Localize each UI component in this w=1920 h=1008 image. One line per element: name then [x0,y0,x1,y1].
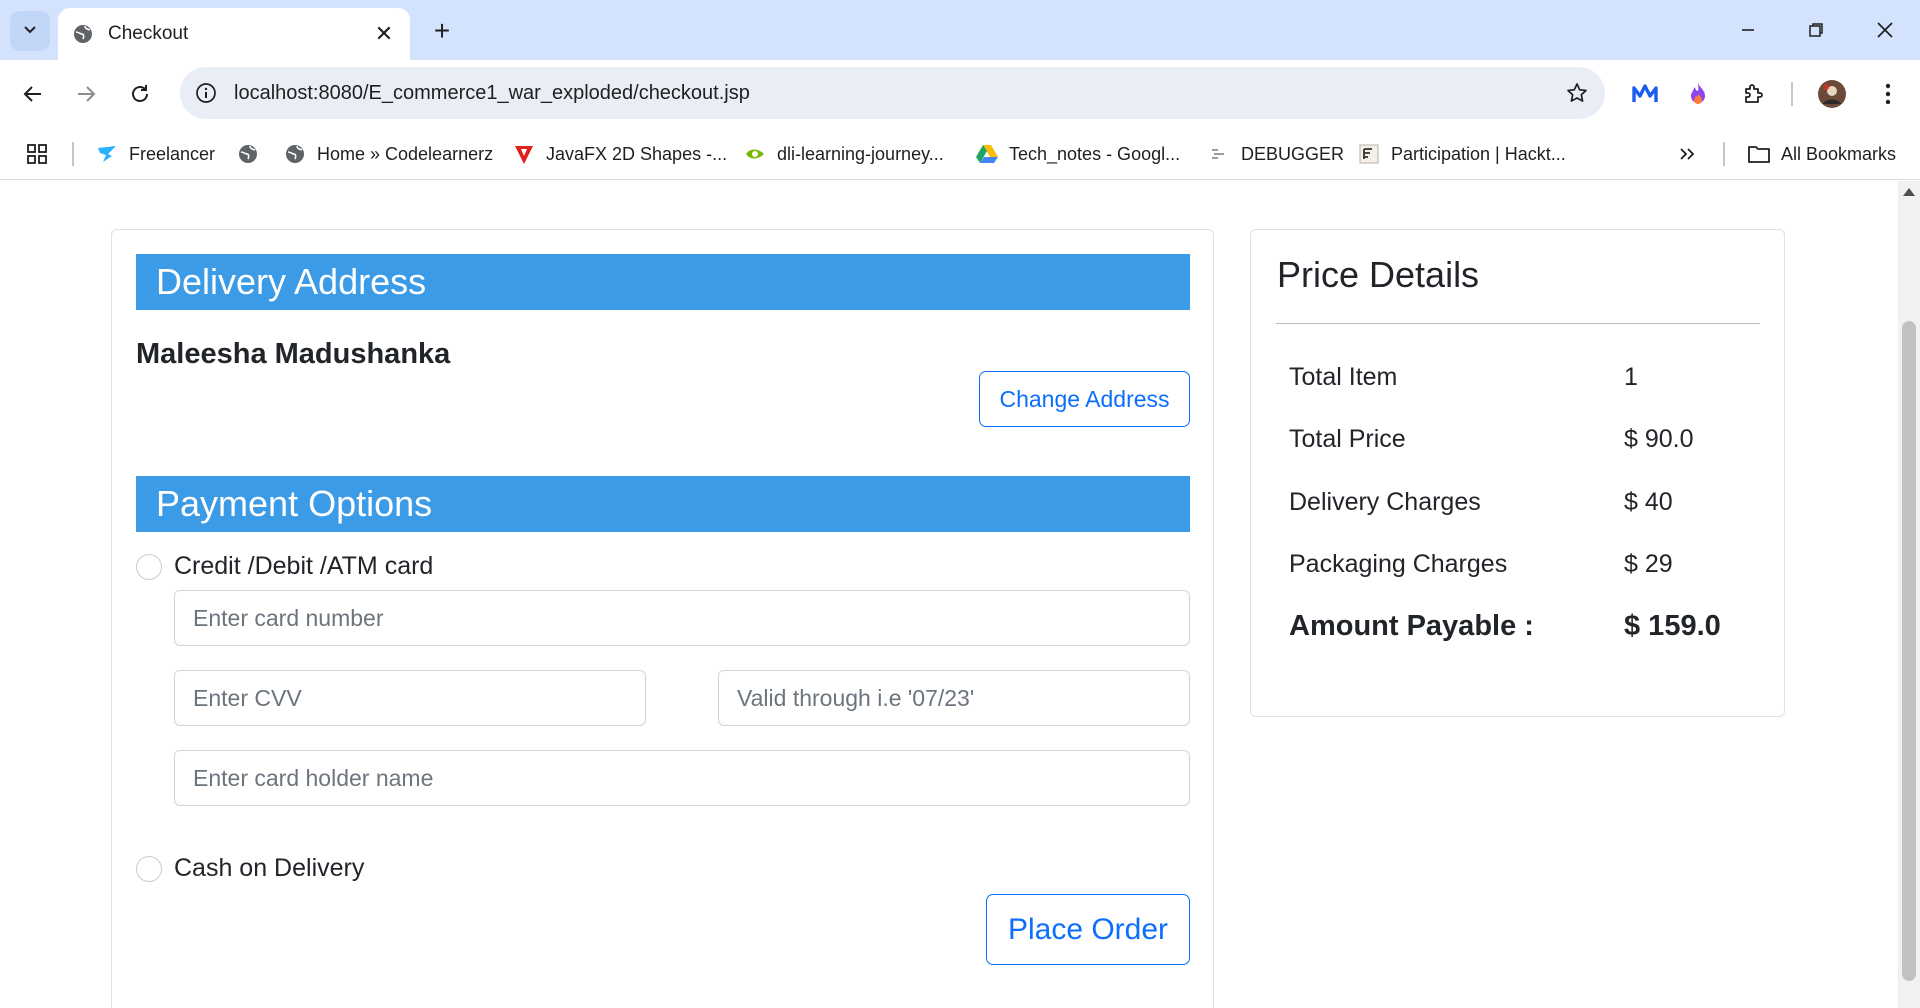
back-button[interactable] [13,74,53,114]
malwarebytes-extension-icon[interactable] [1625,74,1665,114]
all-bookmarks-button[interactable]: All Bookmarks [1747,137,1896,171]
globe-icon [236,142,260,166]
place-order-button[interactable]: Place Order [986,894,1190,965]
price-row-value: 1 [1624,363,1638,391]
bookmark-freelancer[interactable]: Freelancer [95,137,215,171]
amount-payable-label: Amount Payable : [1289,610,1534,642]
close-tab-icon[interactable]: ✕ [372,21,396,47]
page-scrollbar[interactable] [1898,181,1920,1008]
bookmark-label: DEBUGGER [1241,143,1345,164]
new-tab-button[interactable]: + [425,14,459,48]
bookmark-label: Home » Codelearnerz [317,143,494,164]
extensions-puzzle-icon[interactable] [1733,74,1773,114]
bookmark-label: dli-learning-journey... [777,143,944,164]
apps-grid-icon[interactable] [26,137,48,171]
bookmark-dli[interactable]: dli-learning-journey... [743,137,944,171]
bookmark-label: Freelancer [129,143,216,164]
browser-menu-icon[interactable] [1868,74,1908,114]
card-option-label: Credit /Debit /ATM card [174,552,434,580]
bookmark-debugger[interactable]: DEBUGGER [1207,137,1344,171]
all-bookmarks-label: All Bookmarks [1781,143,1897,164]
profile-avatar[interactable] [1812,74,1852,114]
price-row-label: Total Price [1289,425,1406,453]
cod-payment-option[interactable]: Cash on Delivery [136,854,364,883]
bookmark-label: Tech_notes - Googl... [1009,143,1181,164]
tab-strip: Checkout ✕ + [0,0,1920,60]
bookmarks-bar: Freelancer Home » Codelearnerz JavaFX 2D… [0,128,1920,180]
url-text[interactable]: localhost:8080/E_commerce1_war_exploded/… [234,82,1549,105]
forward-button[interactable] [66,74,106,114]
bookmark-label: Participation | Hackt... [1391,143,1566,164]
minimize-button[interactable] [1720,10,1776,50]
price-row-label: Packaging Charges [1289,550,1508,578]
scroll-thumb[interactable] [1902,321,1916,981]
browser-toolbar: localhost:8080/E_commerce1_war_exploded/… [0,60,1920,128]
price-row-value: $ 90.0 [1624,425,1694,453]
card-radio[interactable] [136,553,162,580]
change-address-button[interactable]: Change Address [979,371,1190,427]
payment-options-heading: Payment Options [136,476,1190,532]
address-bar[interactable]: localhost:8080/E_commerce1_war_exploded/… [180,67,1605,119]
bookmark-label: JavaFX 2D Shapes -... [546,143,728,164]
active-tab[interactable]: Checkout ✕ [58,8,410,60]
price-row-value: $ 29 [1624,550,1673,578]
flame-extension-icon[interactable] [1678,74,1718,114]
folder-icon [1747,142,1771,166]
toolbar-separator [1791,82,1793,106]
price-details-card: Price Details Total Item 1 Total Price $… [1250,229,1785,717]
tab-search-button[interactable] [10,11,50,51]
checkout-card: Delivery Address Maleesha Madushanka Cha… [111,229,1214,1008]
page-viewport: Delivery Address Maleesha Madushanka Cha… [0,181,1920,1008]
hackathon-icon [1357,142,1381,166]
cvv-input[interactable] [174,670,646,726]
card-payment-option[interactable]: Credit /Debit /ATM card [136,552,433,581]
close-window-button[interactable] [1857,10,1913,50]
globe-icon [283,142,307,166]
more-bookmarks-chevron-icon[interactable] [1678,137,1696,171]
debugger-icon [1207,142,1231,166]
bookmark-star-icon[interactable] [1549,81,1605,105]
card-number-input[interactable] [174,590,1190,646]
card-holder-name-input[interactable] [174,750,1190,806]
cod-option-label: Cash on Delivery [174,854,365,882]
bookmark-codelearnerz[interactable]: Home » Codelearnerz [283,137,493,171]
nvidia-icon [743,142,767,166]
price-row-label: Delivery Charges [1289,488,1481,516]
price-row-label: Total Item [1289,363,1398,391]
tab-title: Checkout [108,23,189,44]
bookmark-globe[interactable] [236,137,270,171]
cod-radio[interactable] [136,855,162,882]
bookmark-separator [1723,142,1725,166]
reload-button[interactable] [120,74,160,114]
red-triangle-icon [512,142,536,166]
google-drive-icon [975,142,999,166]
bookmark-javafx[interactable]: JavaFX 2D Shapes -... [512,137,727,171]
freelancer-icon [95,142,119,166]
restore-button[interactable] [1788,10,1844,50]
customer-name: Maleesha Madushanka [136,338,451,370]
price-row-value: $ 40 [1624,488,1673,516]
price-details-heading: Price Details [1277,254,1480,295]
chevron-down-icon [22,21,38,42]
valid-through-input[interactable] [718,670,1190,726]
globe-icon [72,23,94,45]
bookmark-separator [72,142,74,166]
scroll-up-arrow-icon[interactable] [1903,188,1915,196]
price-divider [1276,323,1760,324]
delivery-address-heading: Delivery Address [136,254,1190,310]
site-info-icon[interactable] [180,82,232,104]
bookmark-participation[interactable]: Participation | Hackt... [1357,137,1566,171]
bookmark-tech-notes[interactable]: Tech_notes - Googl... [975,137,1180,171]
amount-payable-value: $ 159.0 [1624,610,1721,642]
